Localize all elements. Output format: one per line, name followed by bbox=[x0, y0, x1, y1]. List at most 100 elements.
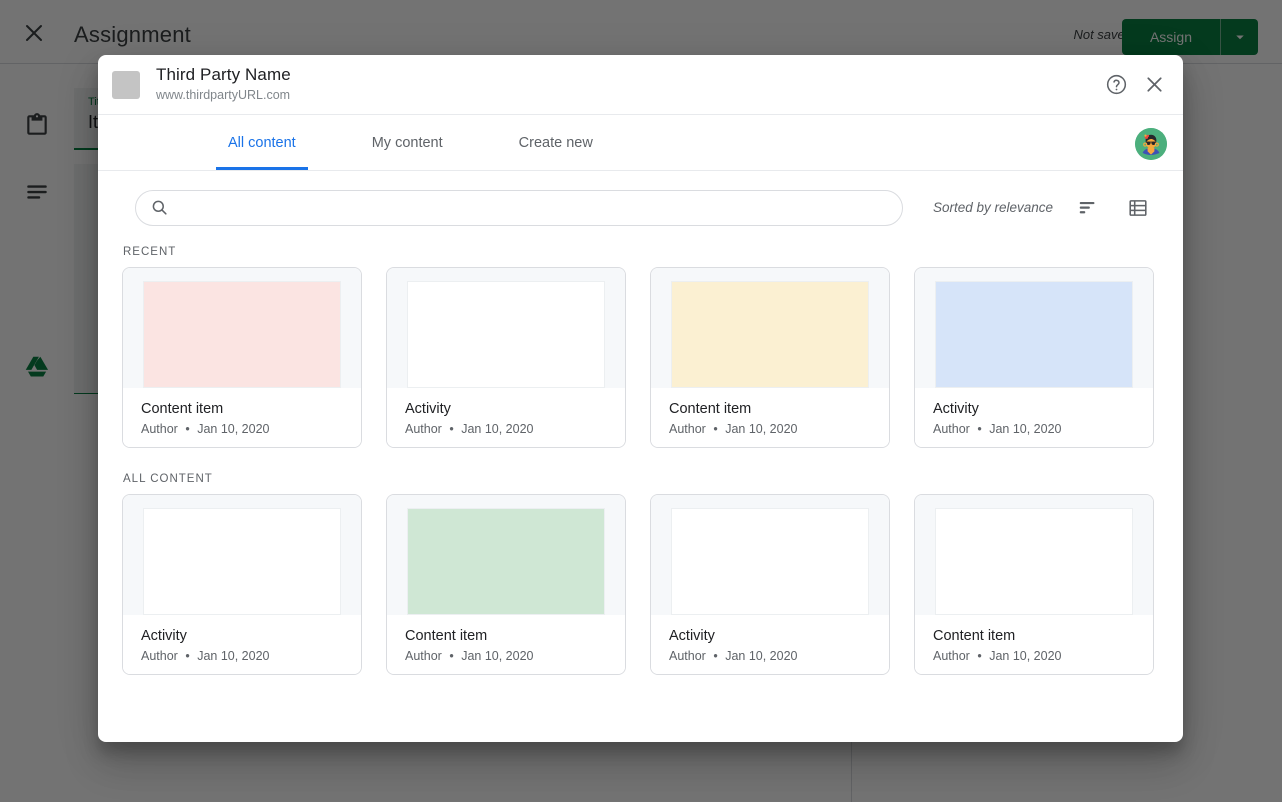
card-thumbnail-inner bbox=[671, 508, 869, 615]
card-footer: Content item Author • Jan 10, 2020 bbox=[387, 615, 625, 674]
card-meta: Author • Jan 10, 2020 bbox=[405, 422, 625, 436]
content-card[interactable]: Activity Author • Jan 10, 2020 bbox=[650, 494, 890, 675]
card-author: Author bbox=[669, 649, 706, 663]
card-meta: Author • Jan 10, 2020 bbox=[141, 422, 361, 436]
third-party-meta: Third Party Name www.thirdpartyURL.com bbox=[156, 65, 1103, 104]
card-title: Content item bbox=[141, 400, 361, 419]
tab-my-content[interactable]: My content bbox=[366, 115, 449, 170]
card-title: Content item bbox=[405, 627, 625, 646]
card-date: Jan 10, 2020 bbox=[989, 422, 1061, 436]
card-footer: Activity Author • Jan 10, 2020 bbox=[651, 615, 889, 674]
card-meta-separator: • bbox=[185, 422, 189, 436]
card-title: Content item bbox=[933, 627, 1153, 646]
card-meta-separator: • bbox=[977, 422, 981, 436]
card-date: Jan 10, 2020 bbox=[461, 422, 533, 436]
dialog-tabs: All content My content Create new bbox=[98, 115, 1183, 171]
content-card[interactable]: Content item Author • Jan 10, 2020 bbox=[122, 267, 362, 448]
search-row: Sorted by relevance bbox=[122, 171, 1159, 244]
card-thumbnail-inner bbox=[407, 281, 605, 388]
content-card[interactable]: Activity Author • Jan 10, 2020 bbox=[122, 494, 362, 675]
third-party-content-picker-dialog: Third Party Name www.thirdpartyURL.com A… bbox=[98, 55, 1183, 742]
card-meta-separator: • bbox=[449, 422, 453, 436]
card-author: Author bbox=[405, 422, 442, 436]
card-thumbnail-inner bbox=[143, 281, 341, 388]
third-party-logo-placeholder bbox=[112, 71, 140, 99]
card-meta: Author • Jan 10, 2020 bbox=[405, 649, 625, 663]
content-card[interactable]: Content item Author • Jan 10, 2020 bbox=[386, 494, 626, 675]
card-author: Author bbox=[669, 422, 706, 436]
card-meta-separator: • bbox=[713, 649, 717, 663]
content-card[interactable]: Activity Author • Jan 10, 2020 bbox=[386, 267, 626, 448]
card-author: Author bbox=[141, 649, 178, 663]
tab-label: All content bbox=[228, 135, 296, 151]
search-input[interactable] bbox=[179, 200, 888, 216]
sort-label: Sorted by relevance bbox=[933, 200, 1053, 215]
card-title: Activity bbox=[669, 627, 889, 646]
tab-all-content[interactable]: All content bbox=[222, 115, 302, 170]
card-date: Jan 10, 2020 bbox=[197, 422, 269, 436]
card-meta: Author • Jan 10, 2020 bbox=[669, 649, 889, 663]
section-label-all-content: ALL CONTENT bbox=[122, 473, 1159, 485]
card-meta-separator: • bbox=[713, 422, 717, 436]
search-icon bbox=[150, 198, 169, 217]
card-date: Jan 10, 2020 bbox=[989, 649, 1061, 663]
card-meta-separator: • bbox=[977, 649, 981, 663]
card-meta: Author • Jan 10, 2020 bbox=[933, 422, 1153, 436]
close-icon[interactable] bbox=[1141, 72, 1167, 98]
card-thumbnail bbox=[651, 495, 889, 615]
card-author: Author bbox=[933, 422, 970, 436]
card-author: Author bbox=[141, 422, 178, 436]
third-party-url: www.thirdpartyURL.com bbox=[156, 87, 1103, 104]
dialog-header: Third Party Name www.thirdpartyURL.com bbox=[98, 55, 1183, 115]
card-thumbnail bbox=[915, 495, 1153, 615]
content-card[interactable]: Activity Author • Jan 10, 2020 bbox=[914, 267, 1154, 448]
card-thumbnail bbox=[123, 495, 361, 615]
card-thumbnail-inner bbox=[671, 281, 869, 388]
content-card[interactable]: Content item Author • Jan 10, 2020 bbox=[650, 267, 890, 448]
card-meta: Author • Jan 10, 2020 bbox=[669, 422, 889, 436]
card-thumbnail bbox=[387, 495, 625, 615]
card-date: Jan 10, 2020 bbox=[197, 649, 269, 663]
card-footer: Activity Author • Jan 10, 2020 bbox=[915, 388, 1153, 447]
card-title: Activity bbox=[933, 400, 1153, 419]
tab-label: Create new bbox=[519, 135, 593, 151]
card-thumbnail-inner bbox=[143, 508, 341, 615]
card-thumbnail bbox=[915, 268, 1153, 388]
search-field[interactable] bbox=[135, 190, 903, 226]
card-thumbnail bbox=[123, 268, 361, 388]
card-date: Jan 10, 2020 bbox=[461, 649, 533, 663]
section-label-recent: RECENT bbox=[122, 246, 1159, 258]
content-card[interactable]: Content item Author • Jan 10, 2020 bbox=[914, 494, 1154, 675]
list-view-icon[interactable] bbox=[1127, 197, 1149, 219]
user-avatar[interactable] bbox=[1135, 128, 1167, 160]
card-date: Jan 10, 2020 bbox=[725, 649, 797, 663]
card-thumbnail-inner bbox=[935, 281, 1133, 388]
card-title: Activity bbox=[141, 627, 361, 646]
tab-label: My content bbox=[372, 135, 443, 151]
card-thumbnail bbox=[387, 268, 625, 388]
third-party-name: Third Party Name bbox=[156, 65, 1103, 85]
card-thumbnail-inner bbox=[935, 508, 1133, 615]
card-footer: Activity Author • Jan 10, 2020 bbox=[123, 615, 361, 674]
card-footer: Activity Author • Jan 10, 2020 bbox=[387, 388, 625, 447]
card-footer: Content item Author • Jan 10, 2020 bbox=[915, 615, 1153, 674]
card-thumbnail bbox=[651, 268, 889, 388]
card-thumbnail-inner bbox=[407, 508, 605, 615]
card-meta-separator: • bbox=[185, 649, 189, 663]
card-title: Content item bbox=[669, 400, 889, 419]
help-circle-icon[interactable] bbox=[1103, 72, 1129, 98]
card-footer: Content item Author • Jan 10, 2020 bbox=[123, 388, 361, 447]
card-footer: Content item Author • Jan 10, 2020 bbox=[651, 388, 889, 447]
all-content-card-grid: Activity Author • Jan 10, 2020 Content i… bbox=[122, 494, 1159, 675]
dialog-body: Sorted by relevance RECENT bbox=[98, 171, 1183, 742]
card-meta: Author • Jan 10, 2020 bbox=[933, 649, 1153, 663]
recent-card-grid: Content item Author • Jan 10, 2020 Activ… bbox=[122, 267, 1159, 448]
card-date: Jan 10, 2020 bbox=[725, 422, 797, 436]
tab-create-new[interactable]: Create new bbox=[513, 115, 599, 170]
card-author: Author bbox=[405, 649, 442, 663]
card-author: Author bbox=[933, 649, 970, 663]
sort-descending-icon[interactable] bbox=[1077, 197, 1099, 219]
card-meta: Author • Jan 10, 2020 bbox=[141, 649, 361, 663]
card-title: Activity bbox=[405, 400, 625, 419]
card-meta-separator: • bbox=[449, 649, 453, 663]
